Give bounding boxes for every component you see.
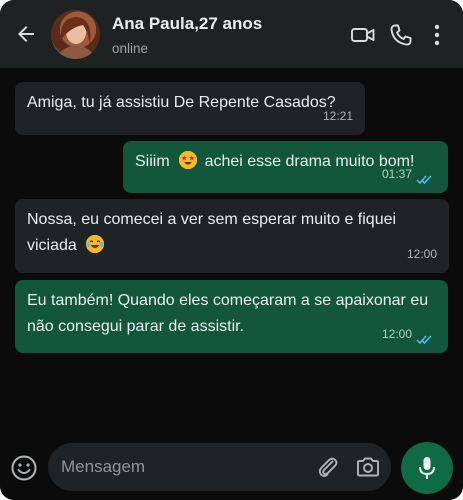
message-bubble-incoming[interactable]: Amiga, tu já assistiu De Repente Casados… [15, 82, 365, 135]
emoji-icon[interactable] [10, 454, 38, 482]
back-arrow-icon[interactable] [14, 22, 38, 46]
more-vert-icon[interactable] [424, 22, 450, 48]
read-ticks-icon [416, 175, 432, 185]
camera-icon[interactable] [355, 455, 381, 479]
contact-status: online [112, 41, 149, 56]
message-bubble-incoming[interactable]: Nossa, eu comecei a ver sem esperar muit… [15, 199, 449, 273]
mic-button[interactable] [401, 442, 453, 494]
message-bubble-outgoing[interactable]: Eu também! Quando eles começaram a se ap… [15, 280, 448, 353]
message-input[interactable]: Mensagem [48, 443, 391, 491]
tears-of-joy-emoji-icon [86, 235, 105, 253]
read-ticks-icon [416, 335, 432, 345]
message-text: Amiga, tu já assistiu De Repente Casados… [27, 94, 336, 111]
message-text: Eu também! Quando eles começaram a se ap… [27, 292, 429, 335]
message-bubble-outgoing[interactable]: Siiim achei esse drama muito bom! 01:37 [123, 141, 448, 193]
message-list[interactable]: Amiga, tu já assistiu De Repente Casados… [0, 68, 463, 434]
contact-name[interactable]: Ana Paula,27 anos [112, 14, 262, 34]
phone-icon[interactable] [388, 22, 414, 48]
message-text: Nossa, eu comecei a ver sem esperar muit… [27, 211, 397, 254]
video-call-icon[interactable] [350, 22, 376, 48]
avatar[interactable] [51, 10, 100, 59]
chat-window: Ana Paula,27 anos online Amiga, tu já as… [0, 0, 463, 500]
star-struck-emoji-icon [179, 151, 198, 169]
message-time: 12:00 [406, 247, 437, 261]
message-time: 12:00 [381, 327, 412, 341]
message-input-placeholder: Mensagem [61, 457, 146, 476]
mic-icon [419, 457, 435, 479]
message-time: 01:37 [381, 167, 412, 181]
attach-icon[interactable] [316, 455, 340, 479]
message-composer: Mensagem [0, 434, 463, 500]
message-text: Siiim [135, 153, 170, 170]
message-time: 12:21 [322, 109, 353, 123]
chat-header: Ana Paula,27 anos online [0, 0, 463, 68]
